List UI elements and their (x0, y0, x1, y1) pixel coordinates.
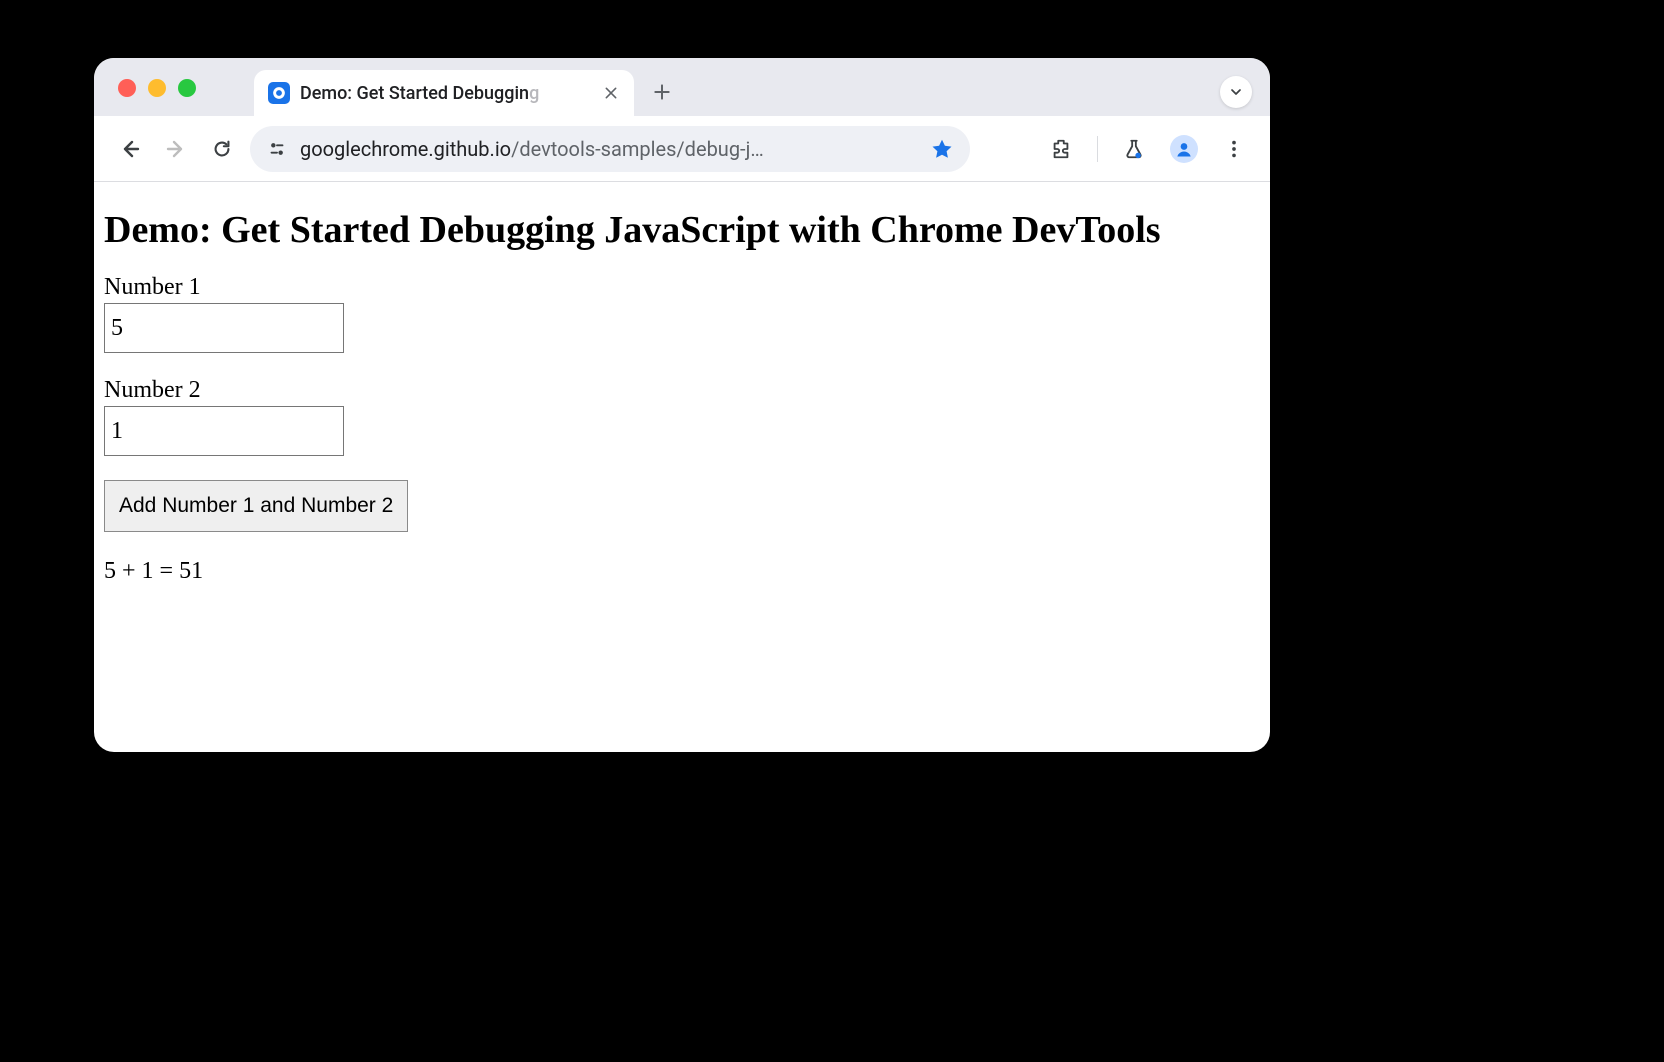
tab-search-button[interactable] (1220, 76, 1252, 108)
number1-label: Number 1 (104, 274, 1260, 301)
profile-avatar-icon[interactable] (1170, 135, 1198, 163)
minimize-window-button[interactable] (148, 79, 166, 97)
new-tab-button[interactable] (648, 78, 676, 106)
browser-window: Demo: Get Started Debugging (94, 58, 1270, 752)
window-controls (118, 79, 196, 97)
toolbar-right-group (1043, 131, 1252, 167)
maximize-window-button[interactable] (178, 79, 196, 97)
back-button[interactable] (112, 131, 148, 167)
kebab-menu-icon[interactable] (1216, 131, 1252, 167)
page-title: Demo: Get Started Debugging JavaScript w… (104, 208, 1260, 252)
tab-title: Demo: Get Started Debugging (300, 83, 539, 104)
url-text: googlechrome.github.io/devtools-samples/… (300, 137, 764, 161)
close-tab-icon[interactable] (602, 84, 620, 102)
number1-input[interactable] (104, 303, 344, 353)
result-text: 5 + 1 = 51 (104, 558, 1260, 585)
number2-input[interactable] (104, 406, 344, 456)
toolbar-separator (1097, 136, 1098, 162)
chrome-favicon-icon (268, 82, 290, 104)
tab-strip: Demo: Get Started Debugging (94, 58, 1270, 116)
extensions-icon[interactable] (1043, 131, 1079, 167)
page-content: Demo: Get Started Debugging JavaScript w… (94, 182, 1270, 595)
reload-button[interactable] (204, 131, 240, 167)
close-window-button[interactable] (118, 79, 136, 97)
labs-icon[interactable] (1116, 131, 1152, 167)
forward-button[interactable] (158, 131, 194, 167)
number2-label: Number 2 (104, 377, 1260, 404)
site-settings-icon[interactable] (266, 138, 288, 160)
bookmark-star-icon[interactable] (930, 137, 954, 161)
browser-toolbar: googlechrome.github.io/devtools-samples/… (94, 116, 1270, 182)
address-bar[interactable]: googlechrome.github.io/devtools-samples/… (250, 126, 970, 172)
add-button[interactable]: Add Number 1 and Number 2 (104, 480, 408, 532)
browser-tab[interactable]: Demo: Get Started Debugging (254, 70, 634, 116)
